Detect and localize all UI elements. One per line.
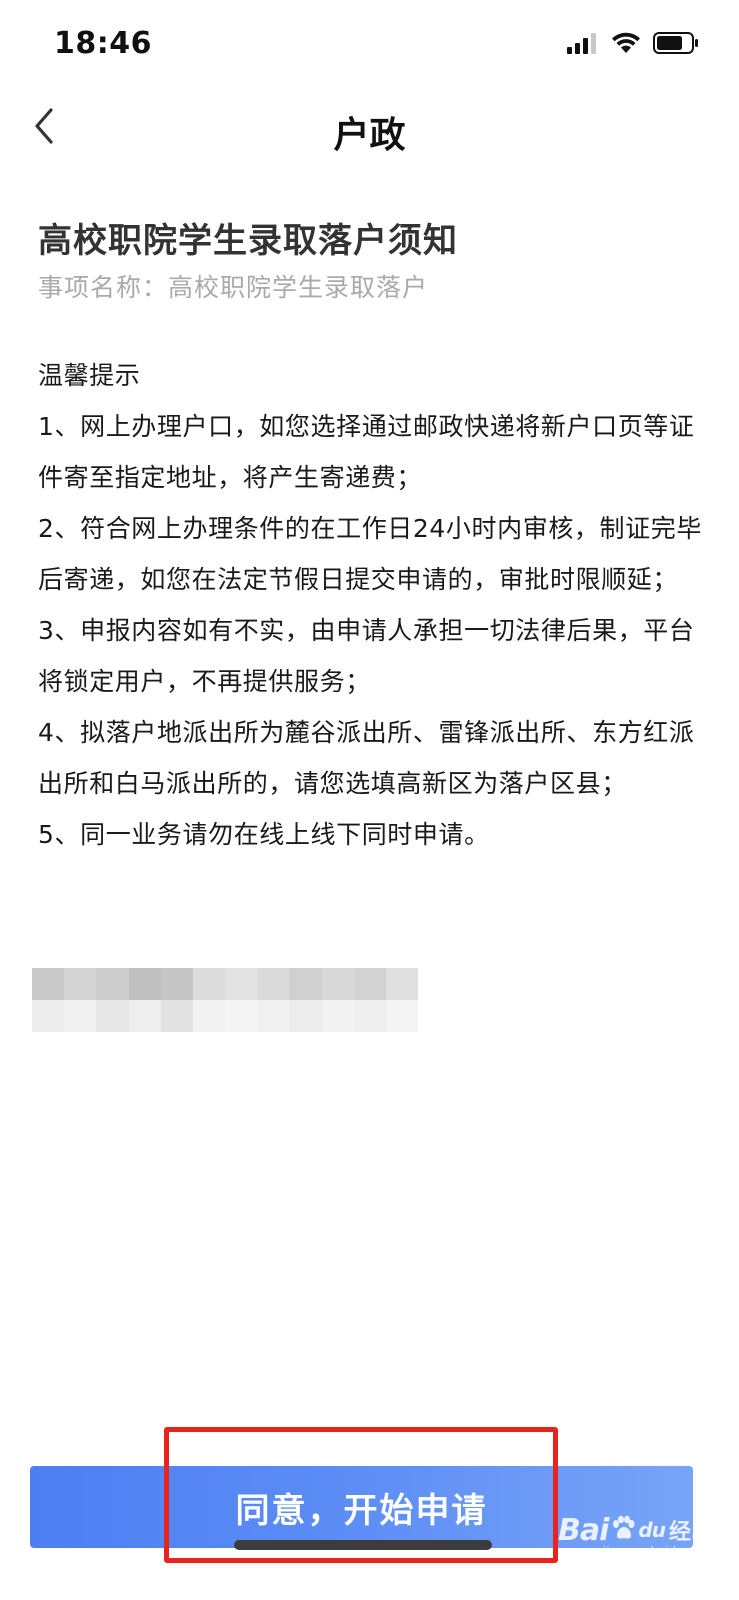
tip-item: 5、同一业务请勿在线上线下同时申请。 <box>38 820 490 849</box>
battery-icon <box>653 32 699 58</box>
tip-item: 3、申报内容如有不实，由申请人承担一切法律后果，平台将锁定用户，不再提供服务； <box>38 616 695 696</box>
status-time: 18:46 <box>54 26 152 61</box>
watermark-url: jingyan.baidu.com <box>602 1544 713 1557</box>
status-bar: 18:46 <box>0 0 739 96</box>
baidu-jingyan-watermark: Bai du 经验 jingyan.baidu.com <box>558 1500 715 1560</box>
notice-content: 高校职院学生录取落户须知 事项名称：高校职院学生录取落户 温馨提示 1、网上办理… <box>38 218 702 860</box>
wifi-icon <box>611 32 641 58</box>
cellular-signal-icon <box>567 32 599 58</box>
nav-bar: 户政 <box>0 96 739 160</box>
status-icons <box>567 30 699 60</box>
watermark-brand: Bai <box>558 1512 609 1548</box>
watermark-cn: 经验 <box>668 1520 715 1545</box>
tip-item: 1、网上办理户口，如您选择通过邮政快递将新户口页等证件寄至指定地址，将产生寄递费… <box>38 412 695 492</box>
page-title: 户政 <box>333 115 406 156</box>
tips-section: 温馨提示 1、网上办理户口，如您选择通过邮政快递将新户口页等证件寄至指定地址，将… <box>38 350 702 860</box>
tip-item: 2、符合网上办理条件的在工作日24小时内审核，制证完毕后寄递，如您在法定节假日提… <box>38 514 702 594</box>
watermark-brand-suffix: du <box>638 1518 666 1542</box>
document-subtitle: 事项名称：高校职院学生录取落户 <box>38 273 429 302</box>
document-title: 高校职院学生录取落户须知 <box>38 221 458 261</box>
tips-heading: 温馨提示 <box>38 361 141 390</box>
home-indicator <box>234 1540 492 1550</box>
paw-icon <box>610 1515 636 1545</box>
tip-item: 4、拟落户地派出所为麓谷派出所、雷锋派出所、东方红派出所和白马派出所的，请您选填… <box>38 718 695 798</box>
redacted-text-block <box>32 968 418 1032</box>
